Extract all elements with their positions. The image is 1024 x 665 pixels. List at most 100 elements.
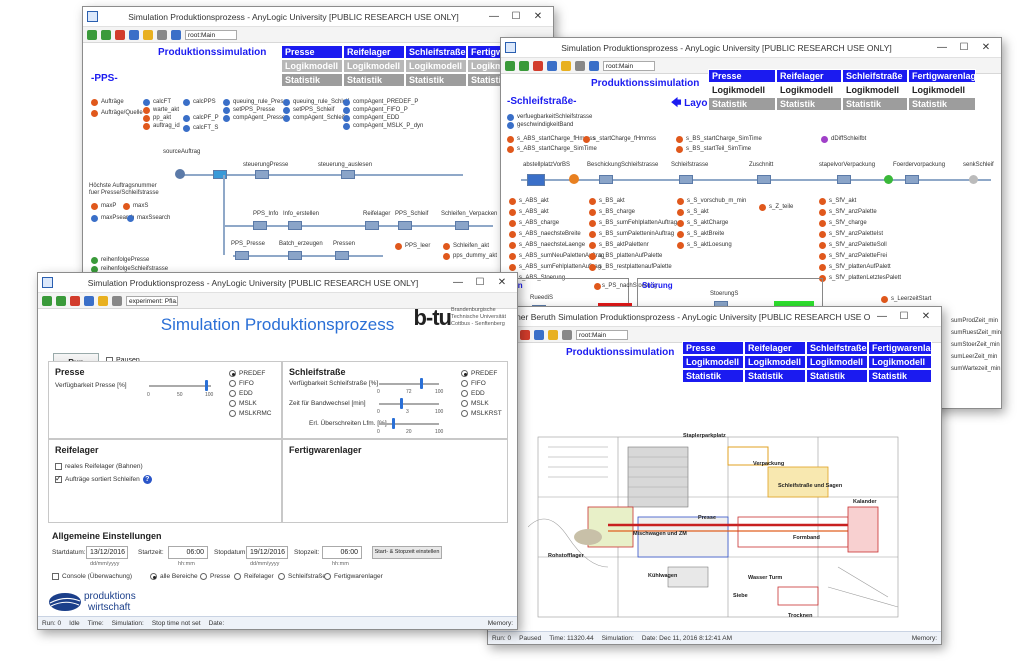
radio-button[interactable] [461, 370, 468, 377]
flow-node[interactable] [757, 175, 771, 184]
zoom-icon[interactable] [562, 329, 572, 340]
startzeit-field[interactable]: 06:00 [168, 546, 208, 559]
nav-reifelager-logik[interactable]: Logikmodell [343, 59, 405, 73]
flow-node[interactable] [288, 251, 302, 260]
radio-option-edd[interactable]: EDD [461, 390, 485, 397]
maximize-icon[interactable]: ☐ [953, 42, 975, 53]
radio-button[interactable] [229, 380, 236, 387]
factory-floor-plan[interactable]: Staplerparkplatz Verpackung Schleifstraß… [528, 407, 908, 629]
variable-icon[interactable] [589, 209, 596, 216]
variable-icon[interactable] [507, 136, 514, 143]
console-radio-option[interactable]: Presse [200, 573, 230, 580]
radio-button[interactable] [461, 390, 468, 397]
flow-node[interactable] [365, 221, 379, 230]
function-icon[interactable] [343, 115, 350, 122]
radio-option-predef[interactable]: PREDEF [229, 370, 265, 377]
function-icon[interactable] [127, 215, 134, 222]
slider-knob[interactable] [392, 418, 395, 429]
nav-fertig-logik[interactable]: Logikmodell [908, 83, 976, 97]
speed-icon[interactable] [84, 295, 94, 306]
stop-icon[interactable] [115, 29, 125, 40]
schleif-slider[interactable] [379, 398, 439, 409]
nav-schleifstrasse[interactable]: Schleifstraße [842, 69, 908, 83]
flow-node[interactable] [837, 175, 851, 184]
function-icon[interactable] [223, 99, 230, 106]
variable-icon[interactable] [509, 264, 516, 271]
nav-schleifstrasse[interactable]: Schleifstraße [405, 45, 467, 59]
view-select[interactable]: root:Main [576, 329, 628, 340]
nav-reifelager[interactable]: Reifelager [776, 69, 842, 83]
radio-button[interactable] [229, 410, 236, 417]
variable-icon[interactable] [881, 296, 888, 303]
collection-icon[interactable] [91, 257, 98, 264]
slider-knob[interactable] [400, 398, 403, 409]
view-select[interactable]: experiment: Pfla... [126, 295, 178, 306]
console-radio-option[interactable]: Fertigwarenlager [324, 573, 383, 580]
nav-fertigwaren[interactable]: Fertigwarenlager [908, 69, 976, 83]
variable-icon[interactable] [583, 136, 590, 143]
radio-option-mslkrmc[interactable]: MSLKRMC [229, 410, 272, 417]
nav-reifelager-logik[interactable]: Logikmodell [776, 83, 842, 97]
stopzeit-field[interactable]: 06:00 [322, 546, 362, 559]
variable-icon[interactable] [507, 146, 514, 153]
nav-fertigwaren[interactable]: Fertigwarenlager [868, 341, 932, 355]
radio-option-mslk[interactable]: MSLK [229, 400, 257, 407]
variable-icon[interactable] [509, 198, 516, 205]
nav-reifelager-logik[interactable]: Logikmodell [744, 355, 806, 369]
radio-button[interactable] [150, 573, 157, 580]
function-icon[interactable] [283, 115, 290, 122]
nav-schleif-logik[interactable]: Logikmodell [842, 83, 908, 97]
nav-schleif-statistik[interactable]: Statistik [405, 73, 467, 87]
radio-option-mslkrst[interactable]: MSLKRST [461, 410, 502, 417]
title-bar[interactable]: Simulation Produktionsprozess - AnyLogic… [38, 273, 517, 293]
nav-presse[interactable]: Presse [682, 341, 744, 355]
close-icon[interactable]: ✕ [527, 11, 549, 22]
variable-icon[interactable] [676, 136, 683, 143]
variable-icon[interactable] [509, 253, 516, 260]
variable-icon[interactable] [589, 220, 596, 227]
variable-icon[interactable] [123, 203, 130, 210]
variable-icon[interactable] [677, 220, 684, 227]
maximize-icon[interactable]: ☐ [893, 311, 915, 322]
nav-reifelager-statistik[interactable]: Statistik [343, 73, 405, 87]
flow-node[interactable] [679, 175, 693, 184]
nav-schleif-logik[interactable]: Logikmodell [405, 59, 467, 73]
run-icon[interactable] [505, 60, 515, 71]
variable-icon[interactable] [759, 204, 766, 211]
event-icon[interactable] [91, 110, 98, 117]
variable-icon[interactable] [819, 198, 826, 205]
nav-schleif-logik[interactable]: Logikmodell [806, 355, 868, 369]
title-bar[interactable]: Simulation Produktionsprozess - AnyLogic… [501, 38, 1001, 58]
speed-icon[interactable] [547, 60, 557, 71]
console-checkbox[interactable]: Console (Überwachung) [52, 573, 132, 580]
nav-presse-statistik[interactable]: Statistik [281, 73, 343, 87]
run-icon[interactable] [87, 29, 97, 40]
event-icon[interactable] [91, 99, 98, 106]
flow-node[interactable] [341, 170, 355, 179]
variable-icon[interactable] [677, 209, 684, 216]
zoom-icon[interactable] [112, 295, 122, 306]
radio-button[interactable] [229, 400, 236, 407]
nav-presse[interactable]: Presse [708, 69, 776, 83]
variable-icon[interactable] [589, 231, 596, 238]
variable-icon[interactable] [589, 264, 596, 271]
variable-icon[interactable] [143, 107, 150, 114]
camera-icon[interactable] [548, 329, 558, 340]
run-icon[interactable] [42, 295, 52, 306]
console-radio-option[interactable]: alle Bereiche [150, 573, 198, 580]
set-start-stop-button[interactable]: Start- & Stopzeit einstellen [372, 546, 442, 559]
stop-icon[interactable] [533, 60, 543, 71]
function-icon[interactable] [283, 99, 290, 106]
camera-icon[interactable] [143, 29, 153, 40]
variable-icon[interactable] [509, 242, 516, 249]
variable-icon[interactable] [677, 198, 684, 205]
stop-icon[interactable] [520, 329, 530, 340]
variable-icon[interactable] [143, 123, 150, 130]
view-select[interactable]: root:Main [185, 29, 237, 40]
step-icon[interactable] [101, 29, 111, 40]
checkbox-box[interactable] [55, 474, 62, 483]
title-bar[interactable]: ...ner Beruth Simulation Produktionsproz… [488, 307, 941, 327]
radio-button[interactable] [461, 410, 468, 417]
startdatum-field[interactable]: 13/12/2016 [86, 546, 128, 559]
radio-button[interactable] [324, 573, 331, 580]
